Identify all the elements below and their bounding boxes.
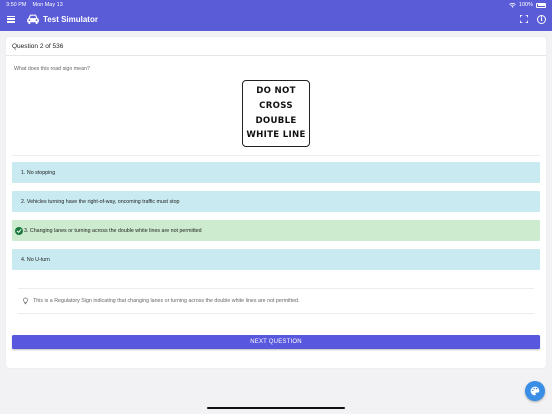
info-glyph: i [540,16,543,23]
sign-line: DO NOT [256,86,296,97]
sign-line: CROSS [259,100,293,111]
wifi-icon [509,2,516,8]
answer-option-3-label: 3. Changing lanes or turning across the … [24,227,202,234]
question-prompt: What does this road sign mean? [14,66,90,72]
question-counter: Question 2 of 536 [6,37,546,56]
battery-percent: 100% [518,2,533,8]
info-icon[interactable]: i [537,15,546,24]
menu-icon[interactable] [7,15,15,23]
explanation-box: This is a Regulatory Sign indicating tha… [18,288,534,314]
lightbulb-icon [22,297,29,305]
sign-line: DOUBLE [255,115,297,126]
home-indicator [207,407,345,409]
sign-line: WHITE LINE [246,130,306,141]
palette-icon [530,386,540,396]
road-sign-image: DO NOT CROSS DOUBLE WHITE LINE [242,80,310,147]
check-circle-icon [15,226,23,235]
fullscreen-icon[interactable] [520,15,528,23]
car-icon [27,14,39,24]
battery-icon [536,2,546,8]
answer-option-1[interactable]: 1. No stopping [12,162,540,183]
divider [12,155,540,156]
answer-option-3[interactable]: 3. Changing lanes or turning across the … [12,220,540,241]
status-bar: 3:50 PM Mon May 13 100% [0,0,552,10]
app-title: Test Simulator [43,15,98,24]
answer-option-2[interactable]: 2. Vehicles turning have the right-of-wa… [12,191,540,212]
next-question-button[interactable]: NEXT QUESTION [12,335,540,349]
status-date: Mon May 13 [32,2,63,8]
nav-bar: Test Simulator i [0,10,552,31]
question-card: Question 2 of 536 What does this road si… [6,37,546,368]
explanation-text: This is a Regulatory Sign indicating tha… [33,298,300,304]
palette-fab-button[interactable] [525,381,545,401]
status-time: 3:50 PM [6,2,27,8]
answer-option-4[interactable]: 4. No U-turn [12,249,540,270]
